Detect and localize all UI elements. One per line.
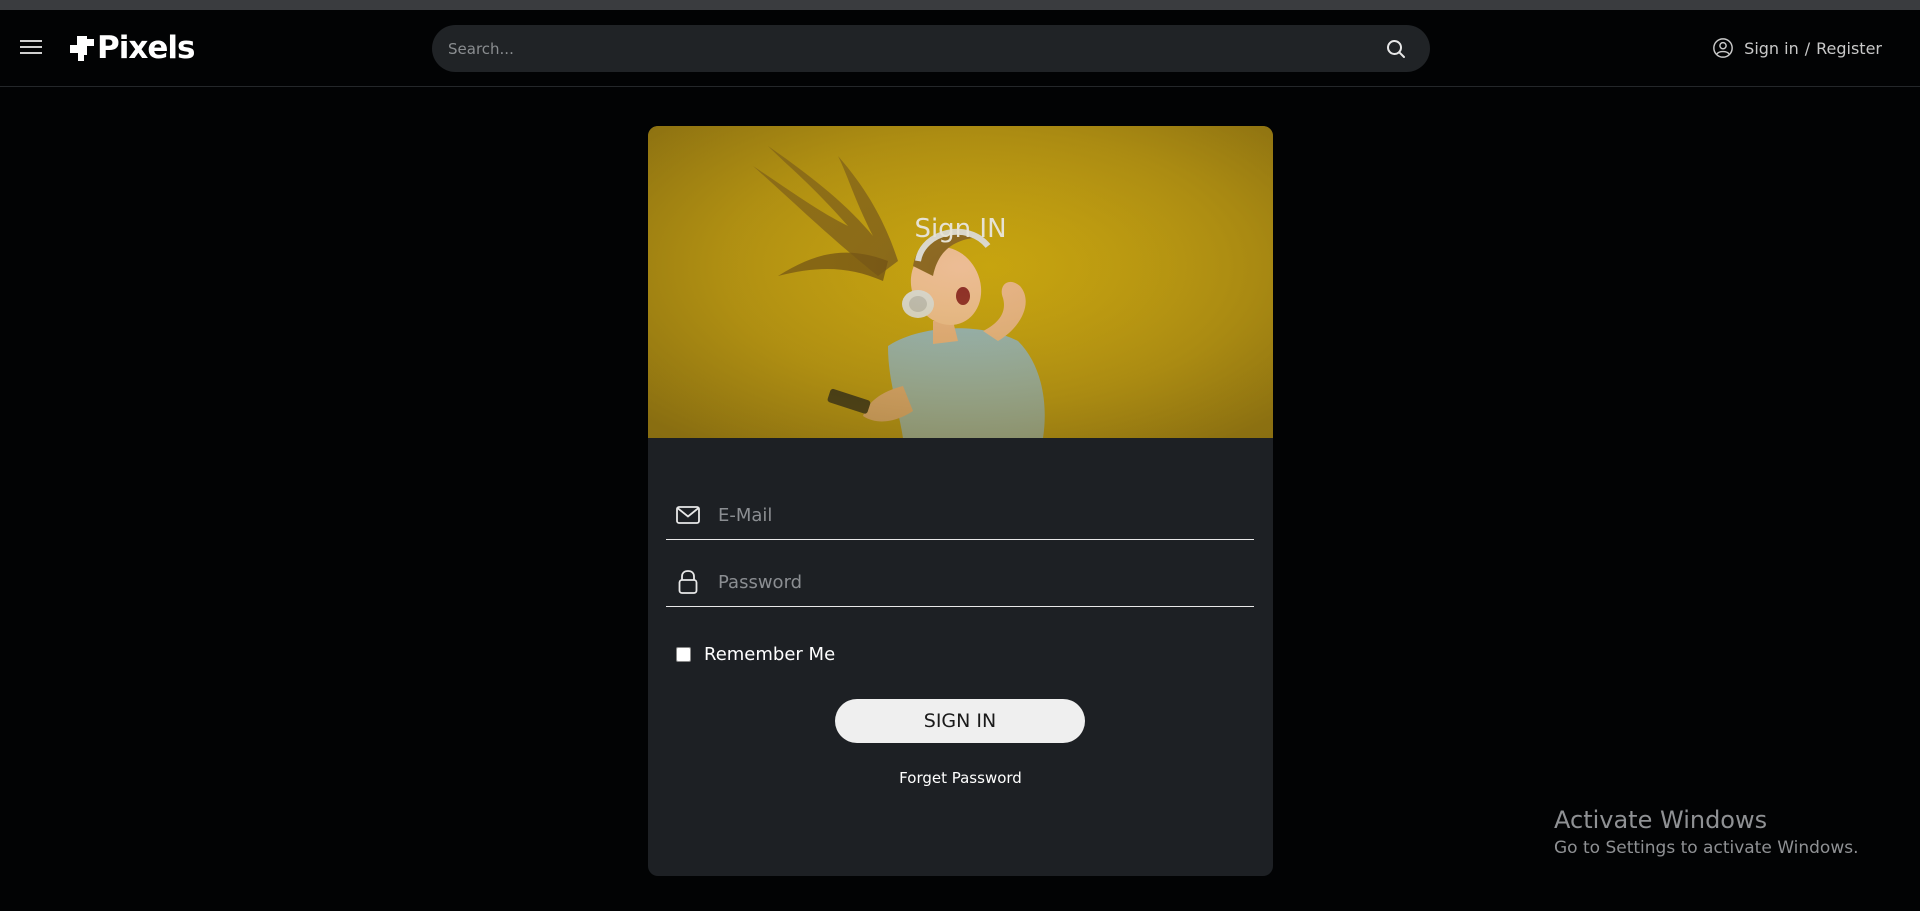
email-input[interactable] bbox=[716, 490, 1254, 540]
signin-title: Sign IN bbox=[914, 214, 1007, 244]
link-separator: / bbox=[1804, 38, 1811, 58]
account-links: Sign in / Register bbox=[1712, 37, 1882, 59]
forget-password-link[interactable]: Forget Password bbox=[648, 769, 1273, 787]
menu-icon[interactable] bbox=[20, 37, 44, 57]
logo-icon bbox=[70, 36, 94, 61]
remember-label: Remember Me bbox=[704, 644, 836, 665]
search-bar bbox=[432, 24, 1430, 73]
user-circle-icon bbox=[1713, 38, 1734, 58]
brand-logo[interactable]: Pixels bbox=[68, 30, 195, 66]
top-navbar: Pixels Sign in / Register bbox=[0, 10, 1920, 87]
email-field bbox=[666, 490, 1254, 540]
register-link[interactable]: Register bbox=[1816, 39, 1882, 58]
password-input[interactable] bbox=[716, 557, 1254, 607]
remember-checkbox[interactable] bbox=[676, 647, 691, 662]
browser-top-strip bbox=[0, 0, 1920, 10]
remember-me[interactable]: Remember Me bbox=[676, 644, 835, 665]
hero-illustration bbox=[648, 126, 1273, 438]
watermark-title: Activate Windows bbox=[1554, 806, 1768, 834]
windows-activation-watermark: Activate Windows Go to Settings to activ… bbox=[1554, 806, 1859, 858]
signin-link[interactable]: Sign in bbox=[1744, 39, 1799, 58]
brand-name: Pixels bbox=[97, 30, 195, 66]
watermark-subtitle: Go to Settings to activate Windows. bbox=[1554, 838, 1859, 858]
mail-icon bbox=[676, 506, 700, 524]
signin-card: Sign IN Remember Me SIGN IN Forget Passw… bbox=[648, 126, 1273, 876]
lock-icon bbox=[678, 570, 698, 594]
hero-image: Sign IN bbox=[648, 126, 1273, 438]
signin-button[interactable]: SIGN IN bbox=[835, 699, 1085, 743]
search-input[interactable] bbox=[432, 24, 1384, 73]
password-field bbox=[666, 557, 1254, 607]
search-icon[interactable] bbox=[1384, 37, 1408, 61]
